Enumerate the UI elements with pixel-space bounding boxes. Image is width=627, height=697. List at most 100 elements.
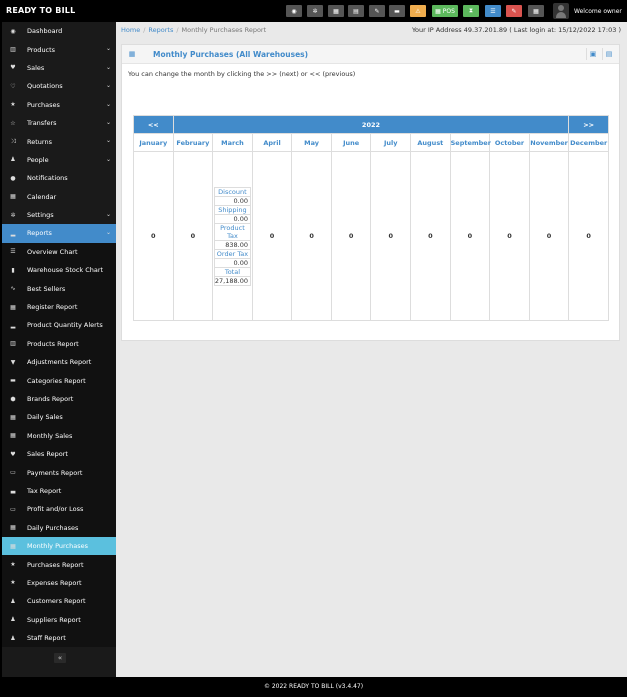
summary-label[interactable]: Total [213,266,251,277]
sidebar-item-purchases[interactable]: ★ Purchases ⌄ [2,96,116,114]
chevron-down-icon: ⌄ [105,82,111,90]
sidebar-item-label: Profit and/or Loss [27,505,84,514]
summary-value: 0.00 [213,213,251,224]
toolbar-dashboard-button[interactable]: ◉ [286,5,302,17]
month-value-cell: 0 [528,151,570,321]
month-header-february: February [172,133,214,152]
summary-label[interactable]: Discount [213,186,251,197]
toolbar-grid-button[interactable]: ▦ [528,5,544,17]
sidebar-item-sales[interactable]: ♥ Sales ⌄ [2,59,116,77]
sidebar-item-label: Warehouse Stock Chart [27,266,104,275]
chevron-down-icon: ⌄ [105,45,111,53]
main-content: Home / Reports / Monthly Purchases Report Yo… [116,22,627,677]
sidebar-collapse-button[interactable]: « [54,653,66,663]
toolbar-hourglass-button[interactable]: ⧗ [463,5,479,17]
sidebar-nav: ◉ Dashboard ▥ Products ⌄ ♥ Sales ⌄ ♡ Quotations ⌄ ★… [2,22,116,648]
calendar-icon: ▦ [128,50,136,58]
sidebar-item-label: Register Report [27,303,78,312]
toolbar-calculator-button[interactable]: ▦ [328,5,344,17]
summary-label[interactable]: Shipping [213,204,251,215]
sidebar-item-quotations[interactable]: ♡ Quotations ⌄ [2,77,116,95]
calculator-icon: ▦ [333,7,339,15]
image-export-icon[interactable]: ▣ [586,48,599,60]
sidebar-item-best-sellers[interactable]: ∿ Best Sellers [2,279,116,298]
star-outline-icon: ☆ [10,119,16,127]
sidebar-item-label: Payments Report [27,468,83,477]
users-icon: ♟ [10,597,16,605]
toolbar-alert-button[interactable]: ⚠ [410,5,426,17]
bar-chart-icon: ▂ [10,229,16,237]
breadcrumb-home-link[interactable]: Home [121,26,140,34]
area-chart-icon: ▃ [10,487,16,495]
welcome-text[interactable]: Welcome owner [574,8,622,15]
toolbar-settings-button[interactable]: ✲ [307,5,323,17]
month-value-cell: 0 [410,151,451,321]
sidebar-item-overview-chart[interactable]: ☰ Overview Chart [2,242,116,262]
sidebar-item-payments-report[interactable]: ▭ Payments Report [2,463,116,482]
sidebar-item-calendar[interactable]: ▦ Calendar [2,188,116,206]
toolbar-button-label: POS [442,7,455,15]
month-header-december: December [568,133,609,152]
toolbar-flag-button[interactable]: ▬ [389,5,405,17]
breadcrumb-reports-link[interactable]: Reports [148,26,173,34]
toolbar-pen-button[interactable]: ✎ [506,5,522,17]
pdf-export-icon[interactable]: ▤ [602,48,615,60]
calendar-icon: ▦ [10,193,16,201]
sidebar-item-settings[interactable]: ✲ Settings ⌄ [2,206,116,224]
tags-icon: ✎ [374,7,380,15]
sidebar-item-reports[interactable]: ▂ Reports ⌄ [2,224,116,243]
sidebar-item-suppliers-report[interactable]: ♟ Suppliers Report [2,610,116,629]
sidebar-item-sales-report[interactable]: ♥ Sales Report [2,444,116,464]
sidebar-item-products[interactable]: ▥ Products ⌄ [2,40,116,58]
month-value-cell: 0 [568,151,609,321]
sidebar-item-label: Categories Report [27,376,86,385]
sidebar-item-people[interactable]: ♟ People ⌄ [2,151,116,169]
user-avatar[interactable] [553,3,569,19]
month-value-cell: 0 [251,151,293,321]
sidebar-item-staff-report[interactable]: ♟ Staff Report [2,628,116,648]
sidebar: ◉ Dashboard ▥ Products ⌄ ♥ Sales ⌄ ♡ Quotations ⌄ ★… [2,22,116,677]
summary-value: 0.00 [213,195,251,206]
summary-label[interactable]: Order Tax [213,248,251,259]
sidebar-item-notifications[interactable]: ● Notifications [2,169,116,187]
sidebar-item-label: Purchases [27,100,60,109]
sidebar-item-adjustments-report[interactable]: ▼ Adjustments Report [2,353,116,372]
sidebar-item-expenses-report[interactable]: ★ Expenses Report [2,573,116,593]
sidebar-item-register-report[interactable]: ▦ Register Report [2,297,116,317]
filter-icon: ▼ [10,358,16,366]
chevron-down-icon: ⌄ [105,137,111,145]
app-brand[interactable]: READY TO BILL [6,6,75,15]
sidebar-item-monthly-sales[interactable]: ▦ Monthly Sales [2,426,116,445]
sidebar-item-daily-sales[interactable]: ▦ Daily Sales [2,408,116,427]
sidebar-item-transfers[interactable]: ☆ Transfers ⌄ [2,114,116,132]
sidebar-item-profit-and-or-loss[interactable]: ▭ Profit and/or Loss [2,500,116,519]
sidebar-item-categories-report[interactable]: ▬ Categories Report [2,371,116,390]
sidebar-item-product-quantity-alerts[interactable]: ▂ Product Quantity Alerts [2,316,116,335]
sidebar-item-monthly-purchases[interactable]: ▦ Monthly Purchases [2,536,116,556]
sidebar-item-tax-report[interactable]: ▃ Tax Report [2,481,116,501]
sidebar-item-products-report[interactable]: ▥ Products Report [2,334,116,354]
sidebar-item-warehouse-stock-chart[interactable]: ▮ Warehouse Stock Chart [2,261,116,280]
month-header-may: May [291,133,332,152]
sidebar-item-purchases-report[interactable]: ★ Purchases Report [2,555,116,574]
toolbar-tags-button[interactable]: ✎ [369,5,385,17]
toolbar-calendar-button[interactable]: ▤ [348,5,364,17]
calendar-icon: ▤ [353,7,359,15]
sidebar-item-brands-report[interactable]: ⬢ Brands Report [2,389,116,409]
sidebar-item-returns[interactable]: ⤨ Returns ⌄ [2,132,116,150]
sidebar-item-dashboard[interactable]: ◉ Dashboard [2,22,116,40]
sidebar-item-label: Product Quantity Alerts [27,321,103,330]
summary-label[interactable]: Product Tax [213,222,251,241]
toolbar-list-button[interactable]: ☰ [485,5,501,17]
sidebar-item-label: Products Report [27,339,79,348]
toolbar-pos-button[interactable]: ▦ POS [432,5,458,17]
monthly-calendar-table: << 2022 >> January February March April May J… [133,115,609,321]
sidebar-item-daily-purchases[interactable]: ▦ Daily Purchases [2,518,116,537]
next-year-button[interactable]: >> [568,115,609,134]
chevron-down-icon: ⌄ [105,118,111,126]
sidebar-item-customers-report[interactable]: ♟ Customers Report [2,592,116,611]
dashboard-icon: ◉ [10,27,16,35]
sidebar-item-label: Reports [27,229,52,238]
prev-year-button[interactable]: << [133,115,174,134]
ip-info: Your IP Address 49.37.201.89 ( Last logi… [411,26,621,34]
